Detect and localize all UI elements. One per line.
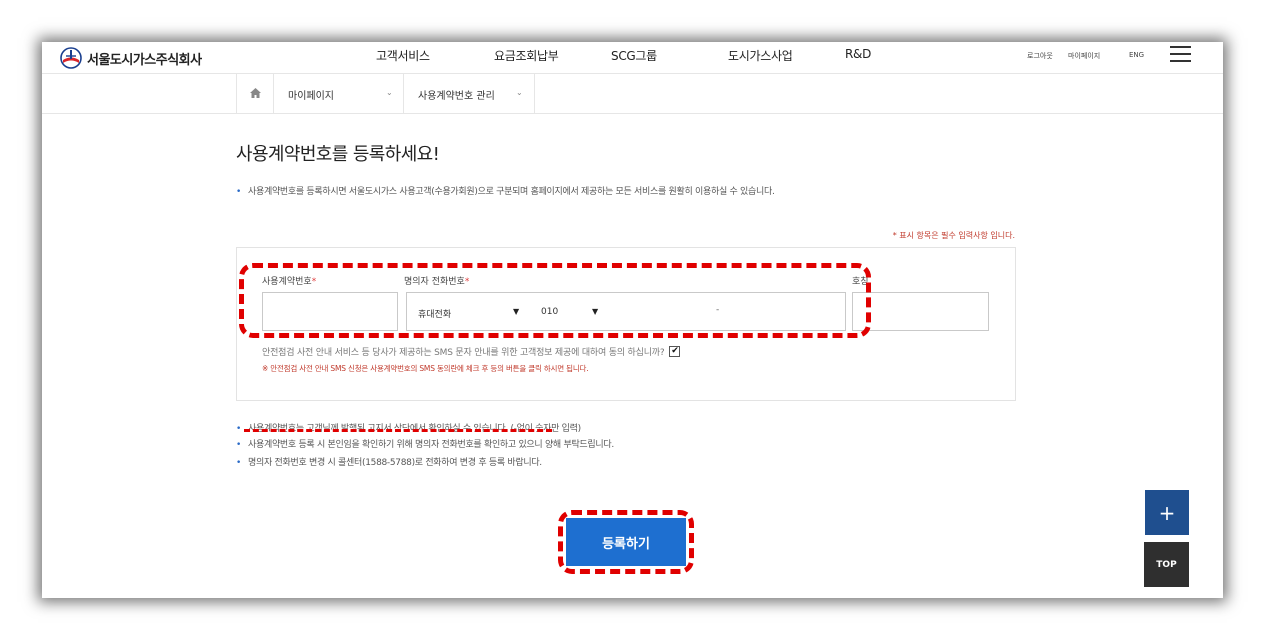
required-note: * 표시 항목은 필수 입력사항 입니다. bbox=[892, 231, 1015, 240]
chevron-down-icon: ⌄ bbox=[386, 88, 393, 97]
menu-customer-service[interactable]: 고객서비스 bbox=[376, 47, 430, 64]
menu-bill-payment[interactable]: 요금조회납부 bbox=[494, 47, 559, 64]
note-contract-location: 사용계약번호는 고객님께 발행된 고지서 상단에서 확인하실 수 있습니다. (… bbox=[236, 421, 581, 434]
top-navigation: 서울도시가스주식회사 고객서비스 요금조회납부 SCG그룹 도시가스사업 R&D… bbox=[42, 42, 1223, 74]
highlight-note-underline bbox=[244, 429, 552, 432]
breadcrumb: 마이페이지 ⌄ 사용계약번호 관리 ⌄ bbox=[42, 74, 1223, 114]
home-icon bbox=[249, 87, 261, 101]
sms-consent-note: ※ 안전점검 사전 안내 SMS 신청은 사용계약번호의 SMS 동의란에 체크… bbox=[262, 364, 589, 373]
logout-link[interactable]: 로그아웃 bbox=[1027, 51, 1053, 61]
chevron-down-icon: ⌄ bbox=[516, 88, 523, 97]
note-callcenter: 명의자 전화번호 변경 시 콜센터(1588-5788)로 전화하여 변경 후 … bbox=[236, 455, 542, 468]
menu-scg-group[interactable]: SCG그룹 bbox=[611, 47, 657, 64]
breadcrumb-mypage-label: 마이페이지 bbox=[288, 90, 334, 102]
menu-rnd[interactable]: R&D bbox=[845, 47, 871, 61]
page-title: 사용계약번호를 등록하세요! bbox=[236, 144, 440, 165]
highlight-register-button bbox=[558, 510, 694, 574]
breadcrumb-contract-manage[interactable]: 사용계약번호 관리 ⌄ bbox=[403, 74, 535, 114]
logo[interactable]: 서울도시가스주식회사 bbox=[60, 46, 202, 70]
plus-icon[interactable]: + bbox=[1145, 490, 1189, 535]
sms-consent-checkbox[interactable]: ✔ bbox=[669, 346, 681, 357]
menu-city-gas-business[interactable]: 도시가스사업 bbox=[728, 47, 793, 64]
home-button[interactable] bbox=[236, 74, 273, 114]
note-identity-check: 사용계약번호 등록 시 본인임을 확인하기 위해 명의자 전화번호를 확인하고 … bbox=[236, 437, 614, 450]
extra-input[interactable] bbox=[852, 292, 989, 331]
browser-page: 서울도시가스주식회사 고객서비스 요금조회납부 SCG그룹 도시가스사업 R&D… bbox=[42, 42, 1223, 598]
breadcrumb-contract-label: 사용계약번호 관리 bbox=[418, 90, 495, 102]
logo-text: 서울도시가스주식회사 bbox=[87, 52, 202, 68]
top-button[interactable]: TOP bbox=[1144, 542, 1189, 587]
highlight-contract-phone bbox=[239, 263, 871, 338]
sms-consent-text: 안전점검 사전 안내 서비스 등 당사가 제공하는 SMS 문자 안내를 위한 … bbox=[262, 348, 665, 358]
intro-text: 사용계약번호를 등록하시면 서울도시가스 사용고객(수용가회원)으로 구분되며 … bbox=[236, 184, 775, 197]
company-logo-icon bbox=[60, 47, 82, 69]
sms-consent-row: 안전점검 사전 안내 서비스 등 당사가 제공하는 SMS 문자 안내를 위한 … bbox=[262, 345, 681, 358]
language-link[interactable]: ENG bbox=[1129, 51, 1144, 59]
mypage-link[interactable]: 마이페이지 bbox=[1068, 51, 1100, 61]
breadcrumb-mypage[interactable]: 마이페이지 ⌄ bbox=[273, 74, 403, 114]
hamburger-menu-icon[interactable] bbox=[1170, 46, 1191, 63]
